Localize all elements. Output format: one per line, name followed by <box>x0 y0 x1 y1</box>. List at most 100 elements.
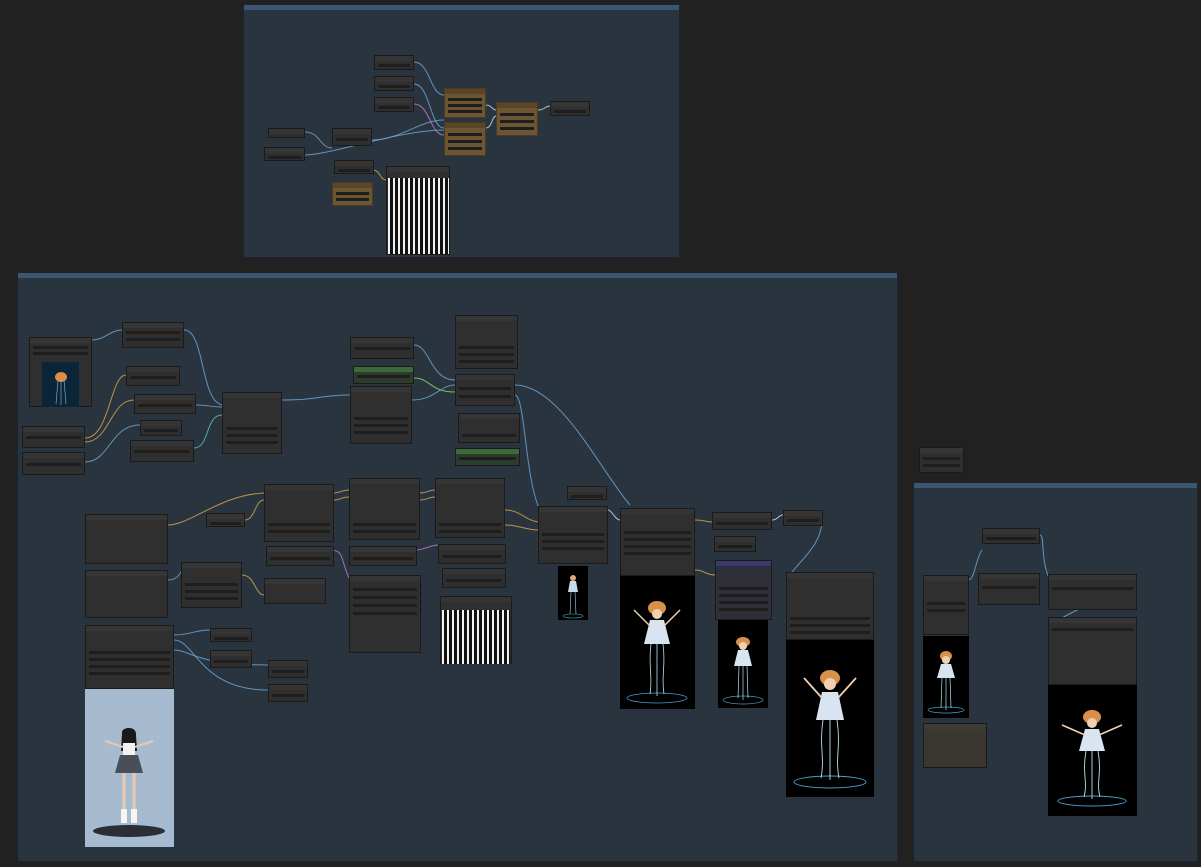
node[interactable] <box>22 426 85 448</box>
node[interactable] <box>374 76 414 91</box>
edge <box>607 509 621 521</box>
node[interactable] <box>550 101 590 116</box>
node-empty[interactable] <box>923 723 987 768</box>
edge <box>419 489 436 494</box>
node[interactable] <box>620 508 695 576</box>
node[interactable] <box>538 506 608 564</box>
node[interactable] <box>786 572 874 640</box>
node-green[interactable] <box>455 448 520 466</box>
node[interactable] <box>1048 617 1137 685</box>
preview-jellyfish-small <box>42 362 79 407</box>
preview-grid-image <box>442 610 510 664</box>
node[interactable] <box>438 544 506 564</box>
node[interactable] <box>442 568 506 588</box>
edge <box>91 329 123 341</box>
edge <box>504 509 539 523</box>
node[interactable] <box>455 374 515 406</box>
node[interactable] <box>22 452 85 475</box>
edge <box>413 61 445 96</box>
node[interactable] <box>349 575 421 653</box>
node[interactable] <box>264 578 326 604</box>
node[interactable] <box>268 660 308 678</box>
node[interactable] <box>923 575 969 635</box>
node[interactable] <box>332 128 372 146</box>
edge <box>413 83 445 129</box>
node[interactable] <box>268 128 305 138</box>
node[interactable] <box>126 366 180 386</box>
node[interactable] <box>266 546 334 566</box>
edge <box>504 524 539 531</box>
node[interactable] <box>85 514 168 564</box>
node[interactable] <box>712 512 772 530</box>
node[interactable] <box>349 546 417 566</box>
node[interactable] <box>134 394 196 414</box>
node-brown[interactable] <box>332 182 373 206</box>
node[interactable] <box>374 55 414 70</box>
preview-jellyfish-girl-large <box>786 640 874 797</box>
node[interactable] <box>714 536 756 552</box>
node[interactable] <box>130 440 194 462</box>
edge <box>304 129 445 156</box>
node[interactable] <box>435 478 505 538</box>
edge <box>304 131 333 149</box>
edge <box>419 496 436 501</box>
preview-grid-image <box>388 178 449 254</box>
node-green[interactable] <box>353 366 414 384</box>
edge <box>195 404 223 408</box>
edge <box>411 384 456 401</box>
node[interactable] <box>350 337 414 359</box>
edge <box>244 499 265 521</box>
node[interactable] <box>978 573 1040 605</box>
node[interactable] <box>122 322 184 348</box>
node[interactable] <box>210 650 252 668</box>
node[interactable] <box>1048 574 1137 610</box>
node-brown[interactable] <box>444 88 486 118</box>
edge <box>413 377 456 393</box>
node[interactable] <box>455 315 518 369</box>
preview-jellyfish-girl <box>923 636 969 718</box>
edge <box>485 104 497 111</box>
node[interactable] <box>268 684 308 702</box>
edge <box>537 105 551 111</box>
node[interactable] <box>264 484 334 542</box>
node[interactable] <box>334 160 374 174</box>
node[interactable] <box>264 147 305 161</box>
preview-jellyfish-girl-large <box>1048 685 1137 816</box>
node[interactable] <box>350 386 412 444</box>
node[interactable] <box>783 510 823 526</box>
node-graph-canvas[interactable] <box>0 0 1201 867</box>
edge <box>193 414 223 449</box>
edge <box>241 574 265 596</box>
preview-jellyfish-girl-small <box>558 566 588 620</box>
node[interactable] <box>181 562 242 608</box>
node[interactable] <box>567 486 607 500</box>
edge <box>413 344 456 381</box>
edge <box>694 519 713 523</box>
edge <box>694 569 716 576</box>
node[interactable] <box>85 570 168 618</box>
edge <box>281 394 351 401</box>
node[interactable] <box>140 420 182 436</box>
node-brown[interactable] <box>444 122 486 156</box>
preview-reference-person <box>85 689 174 847</box>
edge <box>173 629 211 636</box>
node-load-image-reference[interactable] <box>85 625 174 689</box>
node[interactable] <box>919 447 964 473</box>
preview-jellyfish-girl <box>718 620 768 708</box>
edge <box>771 514 784 521</box>
node[interactable] <box>206 513 245 527</box>
edge <box>789 519 823 576</box>
edge <box>333 489 350 494</box>
node[interactable] <box>349 478 420 540</box>
edge <box>414 544 439 551</box>
edge <box>485 115 497 129</box>
node-brown[interactable] <box>496 102 538 136</box>
node[interactable] <box>210 628 252 642</box>
preview-jellyfish-girl <box>620 576 695 709</box>
node-purple[interactable] <box>715 560 772 620</box>
node[interactable] <box>458 413 520 443</box>
node[interactable] <box>222 392 282 454</box>
edge <box>333 496 350 501</box>
node[interactable] <box>374 97 414 112</box>
node[interactable] <box>982 528 1040 544</box>
